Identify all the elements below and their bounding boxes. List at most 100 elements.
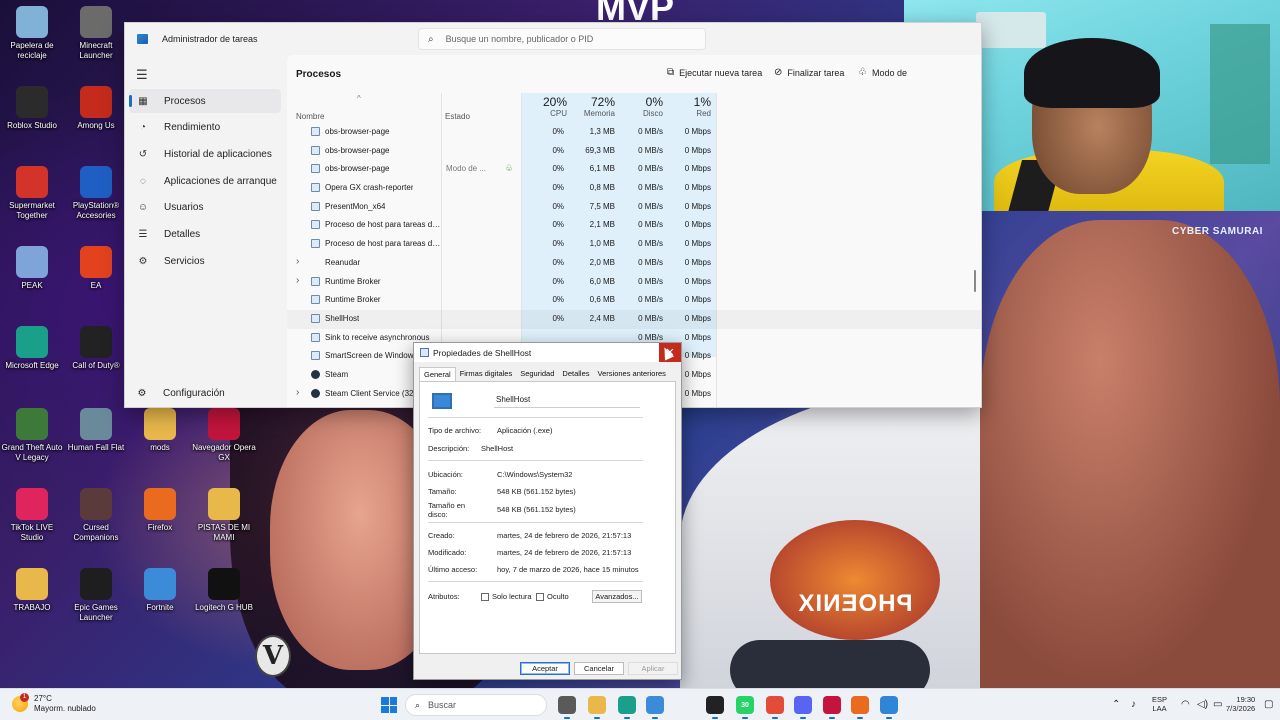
processes-icon: ▦: [138, 95, 148, 107]
desktop-icon-tiktok[interactable]: TikTok LIVE Studio: [0, 488, 64, 543]
desktop-icon-recycle-bin[interactable]: Papelera de reciclaje: [0, 6, 64, 61]
desktop-icon-roblox[interactable]: Roblox Studio: [0, 86, 64, 131]
table-row[interactable]: › Reanudar 0% 2,0 MB 0 MB/s 0 Mbps: [287, 254, 981, 273]
wifi-icon[interactable]: ◠: [1181, 699, 1190, 710]
table-row[interactable]: ShellHost 0% 2,4 MB 0 MB/s 0 Mbps: [287, 309, 981, 329]
dialog-title-bar[interactable]: Propiedades de ShellHost: [414, 343, 681, 362]
search-input[interactable]: ⌕ Busque un nombre, publicador o PID: [418, 28, 706, 50]
table-row[interactable]: obs-browser-page 0% 69,3 MB 0 MB/s 0 Mbps: [287, 142, 981, 161]
sidebar-item-history[interactable]: ↺ Historial de aplicaciones: [129, 142, 281, 166]
chevron-right-icon[interactable]: ›: [296, 275, 299, 286]
battery-icon[interactable]: ▭: [1213, 699, 1222, 710]
desktop-icon-peak[interactable]: PEAK: [0, 246, 64, 291]
table-row[interactable]: obs-browser-page Modo de ... ♧ 0% 6,1 MB 0 MB…: [287, 160, 981, 179]
clock[interactable]: 19:30 7/3/2026: [1226, 695, 1255, 713]
start-button[interactable]: [381, 697, 397, 713]
table-row[interactable]: › Runtime Broker 0% 6,0 MB 0 MB/s 0 Mbps: [287, 273, 981, 292]
column-name[interactable]: Nombre: [296, 112, 324, 121]
process-net: 0 Mbps: [684, 276, 711, 286]
column-network[interactable]: 1% Red: [668, 95, 711, 118]
sidebar-item-startup[interactable]: ◌ Aplicaciones de arranque: [129, 169, 281, 193]
services-icon: ⚙: [138, 255, 148, 267]
hamburger-menu-icon[interactable]: ☰: [136, 67, 148, 83]
table-row[interactable]: PresentMon_x64 0% 7,5 MB 0 MB/s 0 Mbps: [287, 198, 981, 217]
scrollbar-thumb[interactable]: [974, 270, 976, 292]
obs-icon[interactable]: [706, 696, 724, 719]
tab-general[interactable]: General: [419, 367, 456, 381]
taskbar-search[interactable]: ⌕ Buscar: [405, 694, 547, 716]
desktop-icon-cod[interactable]: Call of Duty®: [64, 326, 128, 371]
desktop-icon-among-us[interactable]: Among Us: [64, 86, 128, 131]
desktop-icon-minecraft[interactable]: Minecraft Launcher: [64, 6, 128, 61]
desktop-icon-edge[interactable]: Microsoft Edge: [0, 326, 64, 371]
desktop-icon-cursed[interactable]: Cursed Companions: [64, 488, 128, 543]
desktop-icon-firefox[interactable]: Firefox: [128, 488, 192, 533]
apply-button[interactable]: Aplicar: [628, 662, 678, 675]
hidden-checkbox[interactable]: Oculto: [536, 592, 569, 601]
table-row[interactable]: obs-browser-page 0% 1,3 MB 0 MB/s 0 Mbps: [287, 123, 981, 142]
table-row[interactable]: Proceso de host para tareas de... 0% 1,0 M…: [287, 235, 981, 254]
sidebar-item-performance[interactable]: ◔ Rendimiento: [129, 116, 281, 140]
ok-button[interactable]: Aceptar: [520, 662, 570, 675]
discord-icon[interactable]: [794, 696, 812, 719]
desktop-icon-supermarket[interactable]: Supermarket Together: [0, 166, 64, 221]
tab-seguridad[interactable]: Seguridad: [516, 367, 558, 381]
tab-versiones-anteriores[interactable]: Versiones anteriores: [594, 367, 670, 381]
memory-total: 72%: [590, 95, 615, 109]
file-explorer-icon[interactable]: [588, 696, 606, 719]
firefox-icon[interactable]: [851, 696, 869, 719]
volume-icon[interactable]: ◁): [1197, 699, 1208, 710]
store-icon[interactable]: [646, 696, 664, 719]
sidebar-item-settings[interactable]: ⚙ Configuración: [135, 388, 225, 399]
desktop-icon-playstation[interactable]: PlayStation® Accesories: [64, 166, 128, 221]
desktop-icon-ea[interactable]: EA: [64, 246, 128, 291]
tray-overflow-icon[interactable]: ⌃: [1112, 699, 1120, 710]
table-row[interactable]: Runtime Broker 0% 0,6 MB 0 MB/s 0 Mbps: [287, 291, 981, 310]
chevron-right-icon[interactable]: ›: [296, 387, 299, 398]
column-memory[interactable]: 72% Memoria: [572, 95, 615, 118]
tab-detalles[interactable]: Detalles: [558, 367, 593, 381]
desktop-icon-hff[interactable]: Human Fall Flat: [64, 408, 128, 453]
end-task-button[interactable]: ⊘ Finalizar tarea: [774, 67, 844, 78]
keyboard-layout: LAA: [1152, 704, 1167, 713]
tab-firmas-digitales[interactable]: Firmas digitales: [456, 367, 517, 381]
table-row[interactable]: Proceso de host para tareas de... 0% 2,1 M…: [287, 216, 981, 235]
column-disk[interactable]: 0% Disco: [620, 95, 663, 118]
desktop-icon-logitech[interactable]: Logitech G HUB: [192, 568, 256, 613]
task-manager-icon[interactable]: [880, 696, 898, 719]
microphone-icon[interactable]: ♪: [1131, 699, 1136, 710]
desktop-icon-folder[interactable]: TRABAJO: [0, 568, 64, 613]
desktop-icon-folder[interactable]: mods: [128, 408, 192, 453]
fortnite-icon: [144, 568, 176, 600]
edge-icon[interactable]: [618, 696, 636, 719]
sidebar-item-processes[interactable]: ▦ Procesos: [129, 89, 281, 113]
desktop-icon-epic[interactable]: Epic Games Launcher: [64, 568, 128, 623]
history-icon: ↺: [138, 148, 148, 160]
desktop-icon-opera-gx[interactable]: Navegador Opera GX: [192, 408, 256, 463]
whatsapp-icon[interactable]: 30: [736, 696, 754, 719]
chrome-icon[interactable]: [766, 696, 784, 719]
file-name-field[interactable]: ShellHost: [494, 395, 640, 408]
taskview-icon[interactable]: [558, 696, 576, 719]
cancel-button[interactable]: Cancelar: [574, 662, 624, 675]
readonly-checkbox[interactable]: Solo lectura: [481, 592, 532, 601]
notifications-icon[interactable]: ▢: [1264, 699, 1273, 710]
gear-icon: ⚙: [137, 388, 147, 399]
chevron-right-icon[interactable]: ›: [296, 256, 299, 267]
desktop-icon-gta[interactable]: Grand Theft Auto V Legacy: [0, 408, 64, 463]
opera-gx-icon[interactable]: [823, 696, 841, 719]
desktop-icon-folder[interactable]: PISTAS DE MI MAMI: [192, 488, 256, 543]
sidebar-item-services[interactable]: ⚙ Servicios: [129, 249, 281, 273]
column-status[interactable]: Estado: [445, 112, 470, 121]
desktop-icon-fortnite[interactable]: Fortnite: [128, 568, 192, 613]
process-name: obs-browser-page: [325, 127, 390, 136]
run-new-task-button[interactable]: ⧉ Ejecutar nueva tarea: [667, 67, 762, 78]
table-row[interactable]: Opera GX crash-reporter 0% 0,8 MB 0 MB/s 0 M…: [287, 179, 981, 198]
efficiency-mode-button[interactable]: ♧ Modo de: [858, 67, 907, 78]
sidebar-item-users[interactable]: ☺ Usuarios: [129, 196, 281, 220]
advanced-button[interactable]: Avanzados...: [592, 590, 642, 603]
column-cpu[interactable]: 20% CPU: [521, 95, 567, 118]
weather-widget[interactable]: 1 27°C Mayorm. nublado: [12, 693, 96, 714]
language-indicator[interactable]: ESP LAA: [1152, 695, 1167, 713]
sidebar-item-details[interactable]: ☰ Detalles: [129, 223, 281, 247]
